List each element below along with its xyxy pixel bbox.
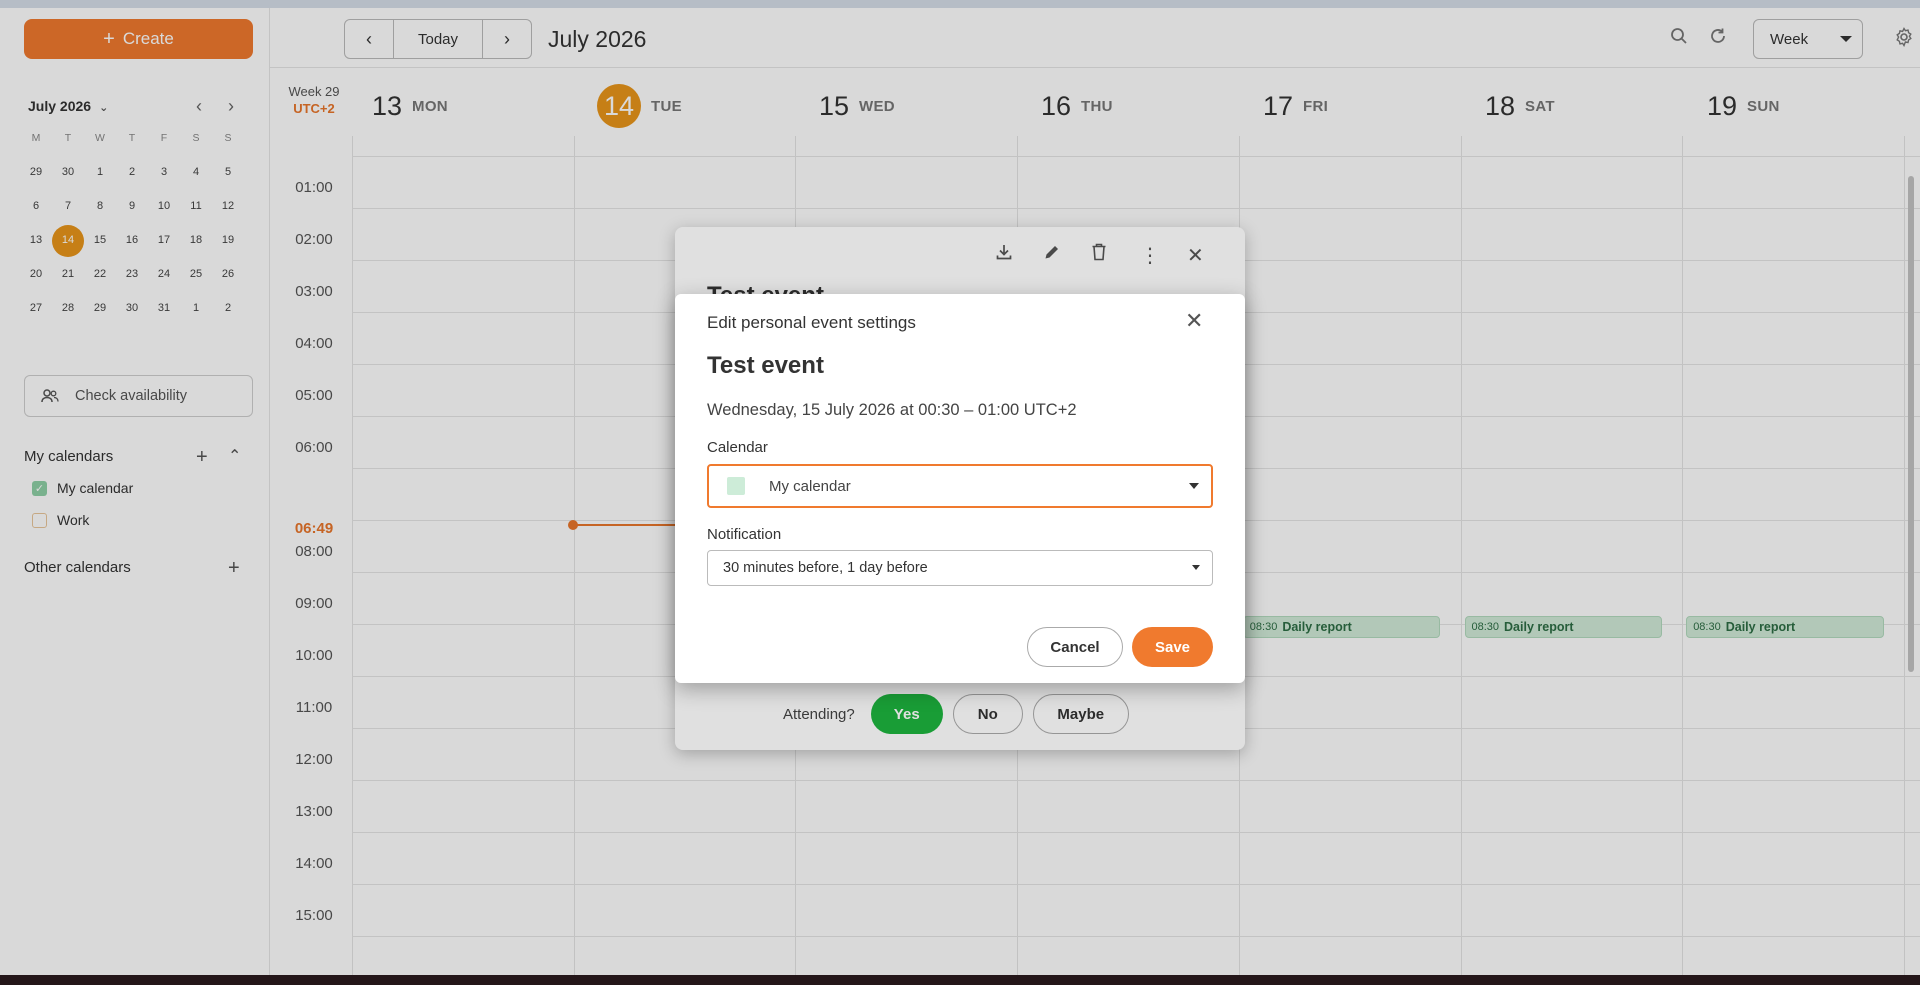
calendar-select-value: My calendar <box>769 477 851 495</box>
edit-personal-settings-dialog: Edit personal event settings ✕ Test even… <box>675 294 1245 683</box>
dialog-title: Edit personal event settings <box>707 313 916 332</box>
calendar-color-swatch <box>727 477 745 495</box>
calendar-select[interactable]: My calendar <box>707 464 1213 508</box>
notification-select[interactable]: 30 minutes before, 1 day before <box>707 550 1213 586</box>
notification-field-label: Notification <box>707 526 782 543</box>
save-button[interactable]: Save <box>1132 627 1213 667</box>
dialog-close-icon[interactable]: ✕ <box>1185 308 1203 334</box>
caret-down-icon <box>1189 483 1199 489</box>
dialog-event-name: Test event <box>707 352 824 379</box>
caret-down-icon <box>1192 565 1200 570</box>
dialog-event-datetime: Wednesday, 15 July 2026 at 00:30 – 01:00… <box>707 401 1077 419</box>
calendar-field-label: Calendar <box>707 439 768 456</box>
cancel-button[interactable]: Cancel <box>1027 627 1123 667</box>
notification-select-value: 30 minutes before, 1 day before <box>723 560 928 576</box>
